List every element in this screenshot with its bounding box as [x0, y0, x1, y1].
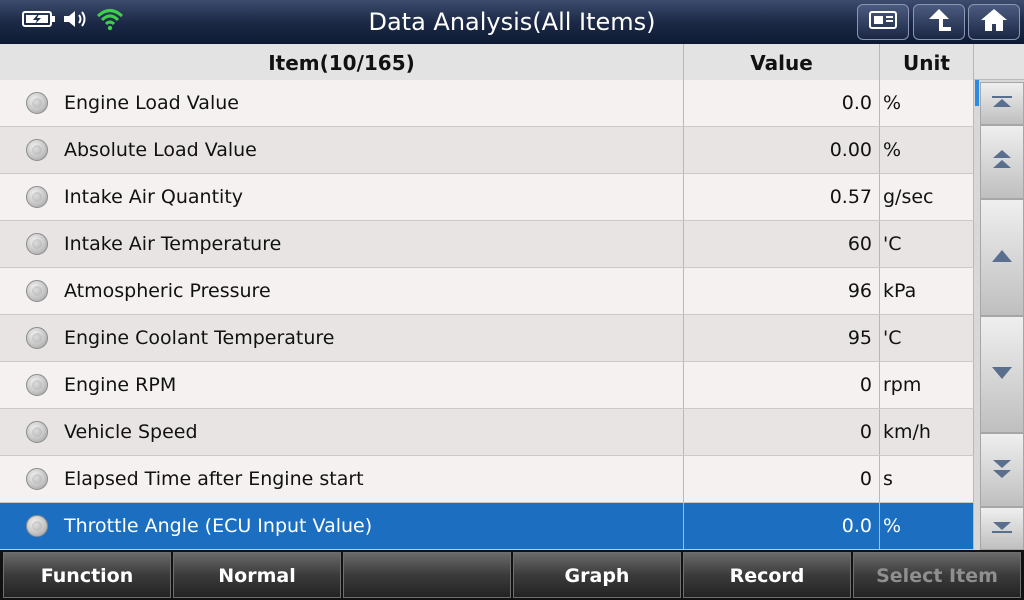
value-cell: 0.0: [684, 80, 880, 126]
item-cell: Absolute Load Value: [0, 127, 684, 173]
item-label: Elapsed Time after Engine start: [64, 468, 364, 490]
record-button[interactable]: Record: [683, 552, 851, 598]
line-down-icon: [991, 365, 1013, 384]
scrollbar[interactable]: [974, 44, 1024, 550]
item-label: Engine RPM: [64, 374, 177, 396]
item-label: Intake Air Temperature: [64, 233, 282, 255]
screenshot-button[interactable]: [857, 4, 909, 40]
radio-icon[interactable]: [26, 186, 48, 208]
select-item-button[interactable]: Select Item: [853, 552, 1021, 598]
value-cell: 0.0: [684, 503, 880, 549]
item-label: Engine Coolant Temperature: [64, 327, 335, 349]
scroll-thumb[interactable]: [975, 80, 979, 106]
radio-icon[interactable]: [26, 92, 48, 114]
table-row[interactable]: Engine Load Value 0.0 %: [0, 80, 974, 127]
value-cell: 0: [684, 456, 880, 502]
item-column-header[interactable]: Item(10/165): [0, 44, 684, 80]
item-label: Atmospheric Pressure: [64, 280, 271, 302]
unit-cell: %: [880, 80, 974, 126]
radio-icon[interactable]: [26, 280, 48, 302]
item-label: Throttle Angle (ECU Input Value): [64, 515, 373, 537]
table-row[interactable]: Engine Coolant Temperature 95 'C: [0, 315, 974, 362]
unit-cell: kPa: [880, 268, 974, 314]
line-up-icon: [991, 248, 1013, 267]
value-cell: 96: [684, 268, 880, 314]
unit-cell: 'C: [880, 315, 974, 361]
item-label: Intake Air Quantity: [64, 186, 244, 208]
page-down-icon: [991, 457, 1013, 483]
home-icon: [979, 7, 1009, 37]
radio-icon[interactable]: [26, 515, 48, 537]
table-row[interactable]: Atmospheric Pressure 96 kPa: [0, 268, 974, 315]
unit-cell: 'C: [880, 221, 974, 267]
empty-button[interactable]: [343, 552, 511, 598]
scroll-top-button[interactable]: [980, 82, 1024, 125]
title-bar: Data Analysis(All Items): [0, 0, 1024, 44]
graph-button[interactable]: Graph: [513, 552, 681, 598]
normal-button[interactable]: Normal: [173, 552, 341, 598]
unit-cell: %: [880, 127, 974, 173]
table-row[interactable]: Elapsed Time after Engine start 0 s: [0, 456, 974, 503]
unit-cell: %: [880, 503, 974, 549]
unit-cell: g/sec: [880, 174, 974, 220]
item-cell: Atmospheric Pressure: [0, 268, 684, 314]
item-cell: Intake Air Quantity: [0, 174, 684, 220]
radio-icon[interactable]: [26, 327, 48, 349]
radio-icon[interactable]: [26, 468, 48, 490]
value-cell: 0: [684, 362, 880, 408]
radio-icon[interactable]: [26, 374, 48, 396]
item-label: Engine Load Value: [64, 92, 239, 114]
value-cell: 60: [684, 221, 880, 267]
radio-icon[interactable]: [26, 421, 48, 443]
unit-cell: km/h: [880, 409, 974, 455]
table-row-selected[interactable]: Throttle Angle (ECU Input Value) 0.0 %: [0, 503, 974, 550]
scrollbar-header: [974, 44, 1024, 80]
item-cell: Engine Load Value: [0, 80, 684, 126]
table-header: Item(10/165) Value Unit: [0, 44, 974, 81]
item-cell: Throttle Angle (ECU Input Value): [0, 503, 684, 549]
back-button[interactable]: [913, 4, 965, 40]
table-row[interactable]: Vehicle Speed 0 km/h: [0, 409, 974, 456]
page-down-button[interactable]: [980, 433, 1024, 507]
item-cell: Engine Coolant Temperature: [0, 315, 684, 361]
item-label: Absolute Load Value: [64, 139, 257, 161]
table-row[interactable]: Engine RPM 0 rpm: [0, 362, 974, 409]
unit-cell: s: [880, 456, 974, 502]
value-cell: 95: [684, 315, 880, 361]
item-label: Vehicle Speed: [64, 421, 198, 443]
table-row[interactable]: Intake Air Quantity 0.57 g/sec: [0, 174, 974, 221]
screenshot-icon: [868, 9, 898, 35]
line-up-button[interactable]: [980, 199, 1024, 316]
page-up-icon: [991, 149, 1013, 175]
value-column-header[interactable]: Value: [684, 44, 880, 80]
line-down-button[interactable]: [980, 316, 1024, 433]
value-cell: 0.57: [684, 174, 880, 220]
value-cell: 0: [684, 409, 880, 455]
radio-icon[interactable]: [26, 139, 48, 161]
home-button[interactable]: [968, 4, 1020, 40]
item-cell: Engine RPM: [0, 362, 684, 408]
value-cell: 0.00: [684, 127, 880, 173]
bottom-toolbar: Function Normal Graph Record Select Item: [0, 550, 1024, 600]
table-row[interactable]: Intake Air Temperature 60 'C: [0, 221, 974, 268]
scroll-bottom-button[interactable]: [980, 507, 1024, 550]
page-up-button[interactable]: [980, 125, 1024, 199]
function-button[interactable]: Function: [3, 552, 171, 598]
item-cell: Elapsed Time after Engine start: [0, 456, 684, 502]
scroll-top-icon: [991, 94, 1013, 113]
unit-column-header[interactable]: Unit: [880, 44, 974, 80]
radio-icon[interactable]: [26, 233, 48, 255]
data-table: Item(10/165) Value Unit Engine Load Valu…: [0, 44, 974, 550]
scroll-bottom-icon: [991, 519, 1013, 538]
back-icon: [924, 7, 954, 37]
item-cell: Vehicle Speed: [0, 409, 684, 455]
item-cell: Intake Air Temperature: [0, 221, 684, 267]
table-row[interactable]: Absolute Load Value 0.00 %: [0, 127, 974, 174]
unit-cell: rpm: [880, 362, 974, 408]
